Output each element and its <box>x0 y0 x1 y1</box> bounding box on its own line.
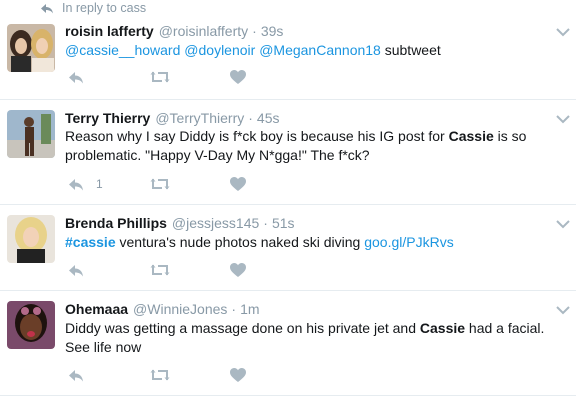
reply-context-text: In reply to cass <box>62 1 147 15</box>
retweet-button[interactable] <box>150 69 230 85</box>
retweet-button[interactable] <box>150 367 230 383</box>
separator-dot: · <box>263 215 268 231</box>
tweet-header: Brenda Phillips @jessjess145 · 51s <box>65 215 295 231</box>
reply-icon <box>69 264 83 276</box>
avatar[interactable] <box>7 301 55 349</box>
like-heart-icon <box>230 263 246 277</box>
tweet-text-part: Diddy was getting a massage done on his … <box>65 320 420 336</box>
tweet-text-suffix: subtweet <box>384 42 441 58</box>
mention-link[interactable]: @cassie__howard <box>65 42 180 58</box>
tweet-text: Reason why I say Diddy is f*ck boy is be… <box>65 127 560 165</box>
retweet-button[interactable] <box>150 262 230 278</box>
reply-icon <box>69 71 83 83</box>
like-heart-icon <box>230 177 246 191</box>
tweet-text: Diddy was getting a massage done on his … <box>65 319 560 357</box>
reply-icon <box>69 369 83 381</box>
username[interactable]: @WinnieJones <box>133 301 227 317</box>
like-heart-icon <box>230 368 246 382</box>
tweet-header: roisin lafferty @roisinlafferty · 39s <box>65 23 283 39</box>
retweet-icon <box>150 178 170 190</box>
tweet[interactable]: Terry Thierry @TerryThierry · 45s Reason… <box>0 100 576 205</box>
reply-count: 1 <box>96 177 103 191</box>
tweet-actions <box>68 262 246 278</box>
username[interactable]: @TerryThierry <box>155 110 244 126</box>
tweet[interactable]: roisin lafferty @roisinlafferty · 39s @c… <box>0 16 576 100</box>
reply-button[interactable] <box>68 69 150 85</box>
username[interactable]: @roisinlafferty <box>159 23 248 39</box>
retweet-icon <box>150 264 170 276</box>
tweet-text-part: ventura's nude photos naked ski diving <box>115 234 365 250</box>
timestamp[interactable]: 51s <box>272 215 295 231</box>
display-name[interactable]: Ohemaaa <box>65 301 128 317</box>
tweet-header: Ohemaaa @WinnieJones · 1m <box>65 301 260 317</box>
reply-button[interactable] <box>68 367 150 383</box>
display-name[interactable]: roisin lafferty <box>65 23 154 39</box>
avatar[interactable] <box>7 110 55 158</box>
reply-context[interactable]: In reply to cass <box>40 0 146 16</box>
tweet-text-part: Reason why I say Diddy is f*ck boy is be… <box>65 128 449 144</box>
timeline: In reply to cass roisin lafferty @roisin… <box>0 0 576 400</box>
display-name[interactable]: Terry Thierry <box>65 110 150 126</box>
hashtag-link[interactable]: #cassie <box>65 234 116 250</box>
retweet-icon <box>150 71 170 83</box>
display-name[interactable]: Brenda Phillips <box>65 215 167 231</box>
tweet-text: @cassie__howard @doylenoir @MeganCannon1… <box>65 41 560 60</box>
tweet-text: #cassie ventura's nude photos naked ski … <box>65 233 560 252</box>
reply-icon <box>69 178 83 190</box>
retweet-button[interactable] <box>150 176 230 192</box>
username[interactable]: @jessjess145 <box>172 215 259 231</box>
highlighted-term: Cassie <box>448 128 494 144</box>
avatar[interactable] <box>7 24 55 72</box>
tweet-actions <box>68 69 246 85</box>
avatar-image <box>7 301 55 349</box>
avatar[interactable] <box>7 215 55 263</box>
chevron-down-icon[interactable] <box>556 115 570 124</box>
chevron-down-icon[interactable] <box>556 220 570 229</box>
like-heart-icon <box>230 70 246 84</box>
reply-button[interactable]: 1 <box>68 176 150 192</box>
avatar-image <box>7 215 55 263</box>
avatar-image <box>7 24 55 72</box>
separator-dot: · <box>252 23 257 39</box>
chevron-down-icon[interactable] <box>556 306 570 315</box>
like-button[interactable] <box>230 262 246 278</box>
reply-button[interactable] <box>68 262 150 278</box>
mention-link[interactable]: @MeganCannon18 <box>259 42 381 58</box>
mention-link[interactable]: @doylenoir <box>184 42 255 58</box>
timestamp[interactable]: 39s <box>261 23 284 39</box>
reply-arrow-icon <box>41 3 53 13</box>
tweet-header: Terry Thierry @TerryThierry · 45s <box>65 110 279 126</box>
url-link[interactable]: goo.gl/PJkRvs <box>364 234 453 250</box>
timestamp[interactable]: 45s <box>257 110 280 126</box>
tweet-actions <box>68 367 246 383</box>
timestamp[interactable]: 1m <box>240 301 259 317</box>
tweet[interactable]: Brenda Phillips @jessjess145 · 51s #cass… <box>0 205 576 291</box>
like-button[interactable] <box>230 367 246 383</box>
separator-dot: · <box>231 301 237 317</box>
tweet[interactable]: Ohemaaa @WinnieJones · 1m Diddy was gett… <box>0 291 576 396</box>
highlighted-term: Cassie <box>419 320 466 336</box>
like-button[interactable] <box>230 69 246 85</box>
like-button[interactable] <box>230 176 246 192</box>
retweet-icon <box>150 369 170 381</box>
chevron-down-icon[interactable] <box>556 28 570 37</box>
separator-dot: · <box>248 110 253 126</box>
tweet-actions: 1 <box>68 176 246 192</box>
avatar-image <box>7 110 55 158</box>
